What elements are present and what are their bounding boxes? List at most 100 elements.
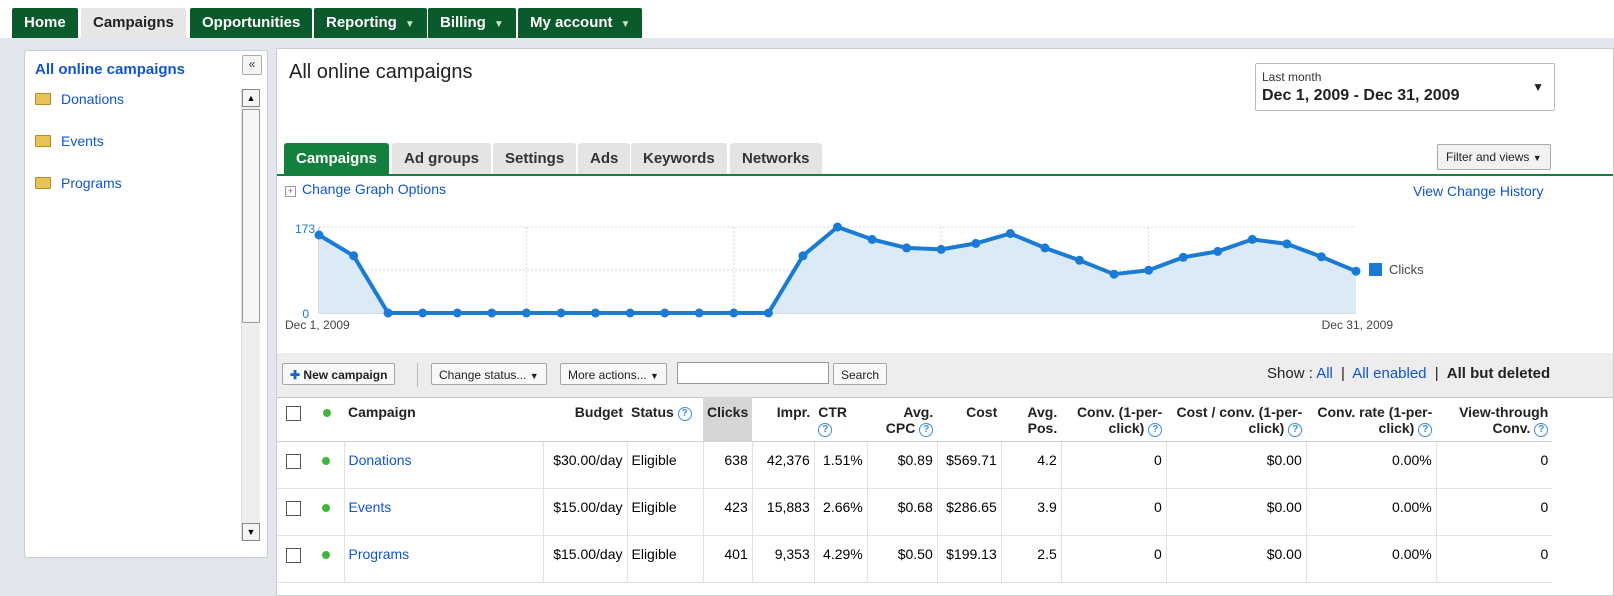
data-point (349, 251, 359, 261)
tab-keywords[interactable]: Keywords (631, 143, 727, 175)
campaign-search-input[interactable] (677, 362, 829, 384)
cell-avg-pos: 2.5 (1000, 535, 1062, 583)
view-change-history-link[interactable]: View Change History (1413, 183, 1543, 199)
col-status[interactable]: Status ? (627, 397, 703, 442)
nav-tab-opportunities[interactable]: Opportunities (190, 8, 313, 38)
help-icon[interactable]: ? (919, 423, 934, 437)
data-point (418, 308, 428, 318)
col-cost[interactable]: Cost (937, 397, 1002, 442)
col-budget[interactable]: Budget (543, 397, 627, 442)
help-icon[interactable]: ? (1534, 423, 1549, 437)
cell-cost: $286.65 (936, 488, 1002, 536)
cell-cost-per-conv: $0.00 (1165, 488, 1307, 536)
scroll-up-icon[interactable]: ▲ (242, 89, 260, 107)
cell-status: Eligible (626, 535, 703, 583)
cell-budget[interactable]: $15.00/day (542, 535, 627, 583)
col-impr-label: Impr. (776, 404, 811, 420)
col-avg-pos[interactable]: Avg. Pos. (1001, 397, 1062, 442)
show-all-enabled-link[interactable]: All enabled (1352, 365, 1426, 382)
campaign-link[interactable]: Events (349, 499, 392, 515)
col-status-label: Status (631, 404, 674, 420)
select-all-checkbox[interactable] (285, 405, 301, 421)
nav-tab-reporting[interactable]: Reporting ▼ (314, 8, 427, 38)
nav-tab-home[interactable]: Home (12, 8, 78, 38)
data-point (1109, 269, 1119, 279)
cell-ctr: 4.29% (813, 535, 868, 583)
data-point (1144, 265, 1154, 275)
sidebar-title-all-online-campaigns[interactable]: All online campaigns (35, 61, 185, 78)
help-icon[interactable]: ? (677, 407, 692, 421)
row-checkbox[interactable] (285, 500, 301, 516)
cell-status: Eligible (626, 441, 703, 489)
tab-settings[interactable]: Settings (493, 143, 577, 175)
scrollbar-thumb[interactable] (242, 109, 260, 323)
search-button[interactable]: Search (833, 363, 888, 385)
col-conv-rate[interactable]: Conv. rate (1-per-click) ? (1306, 397, 1437, 442)
help-icon[interactable]: ? (818, 423, 833, 437)
col-cost-per-conv[interactable]: Cost / conv. (1-per-click) ? (1166, 397, 1307, 442)
nav-tab-campaigns[interactable]: Campaigns (81, 8, 186, 38)
col-cost-per-conv-label: Cost / conv. (1-per- (1176, 404, 1303, 420)
legend-label: Clicks (1389, 262, 1424, 277)
chevron-down-icon: ▼ (493, 19, 504, 30)
campaign-link[interactable]: Donations (349, 452, 412, 468)
tab-networks[interactable]: Networks (730, 143, 822, 175)
date-range-selector[interactable]: Last month Dec 1, 2009 - Dec 31, 2009 ▼ (1255, 63, 1555, 111)
sidebar-item-donations[interactable]: Donations (35, 91, 124, 107)
col-avg-cpc[interactable]: Avg. CPC ? (867, 397, 938, 442)
col-view-through-label: View-through (1459, 404, 1549, 420)
col-avg-cpc-label: Avg. (903, 404, 934, 420)
nav-tab-label: Opportunities (202, 14, 301, 31)
new-campaign-label: New campaign (303, 368, 388, 382)
tab-ad-groups[interactable]: Ad groups (392, 143, 491, 175)
row-select-cell (277, 535, 309, 583)
new-campaign-button[interactable]: ✚ New campaign (282, 363, 396, 385)
change-status-dropdown[interactable]: Change status... ▼ (431, 363, 547, 385)
help-icon[interactable]: ? (1288, 423, 1303, 437)
row-status-cell (309, 441, 344, 489)
row-checkbox[interactable] (285, 453, 301, 469)
show-all-but-deleted-option[interactable]: All but deleted (1447, 365, 1550, 382)
campaign-tree-panel: All online campaigns « Donations Events … (24, 50, 268, 558)
y-tick-label-max: 173 (295, 222, 315, 236)
row-select-cell (277, 488, 309, 536)
col-ctr[interactable]: CTR ? (814, 397, 868, 442)
tab-campaigns[interactable]: Campaigns (284, 143, 389, 175)
col-clicks-label: Clicks (707, 404, 749, 420)
col-impr[interactable]: Impr. (752, 397, 815, 442)
tab-ads[interactable]: Ads (578, 143, 631, 175)
scroll-down-icon[interactable]: ▼ (242, 523, 260, 541)
help-icon[interactable]: ? (1418, 423, 1433, 437)
change-graph-options-link[interactable]: + Change Graph Options (285, 181, 446, 197)
more-actions-dropdown[interactable]: More actions... ▼ (560, 363, 667, 385)
col-conv[interactable]: Conv. (1-per-click) ? (1061, 397, 1167, 442)
table-row: Donations $30.00/day Eligible 638 42,376… (277, 441, 1553, 489)
sidebar-scrollbar[interactable]: ▲ ▼ (241, 89, 260, 541)
data-point (694, 308, 704, 318)
nav-tab-my-account[interactable]: My account ▼ (518, 8, 643, 38)
cell-avg-cpc: $0.89 (866, 441, 938, 489)
campaign-link[interactable]: Programs (349, 546, 410, 562)
col-cost-label: Cost (966, 404, 998, 420)
col-campaign[interactable]: Campaign (344, 397, 543, 442)
cell-budget[interactable]: $30.00/day (542, 441, 627, 489)
cell-impr: 42,376 (751, 441, 815, 489)
nav-tab-billing[interactable]: Billing ▼ (428, 8, 516, 38)
col-clicks[interactable]: Clicks (703, 397, 753, 442)
col-conv-label: click) (1108, 420, 1145, 436)
data-point (729, 308, 739, 318)
data-point (1005, 229, 1015, 238)
cell-clicks: 638 (702, 441, 753, 489)
show-all-link[interactable]: All (1316, 365, 1333, 382)
row-checkbox[interactable] (285, 547, 301, 563)
sidebar-item-programs[interactable]: Programs (35, 175, 122, 191)
data-point (971, 238, 981, 248)
collapse-sidebar-button[interactable]: « (242, 55, 262, 75)
plus-icon: ✚ (290, 368, 301, 382)
sidebar-item-label: Events (61, 133, 104, 149)
cell-budget[interactable]: $15.00/day (542, 488, 627, 536)
help-icon[interactable]: ? (1148, 423, 1163, 437)
sidebar-item-events[interactable]: Events (35, 133, 104, 149)
col-view-through[interactable]: View-through Conv. ? (1436, 397, 1553, 442)
filter-and-views-button[interactable]: Filter and views ▼ (1437, 144, 1551, 170)
